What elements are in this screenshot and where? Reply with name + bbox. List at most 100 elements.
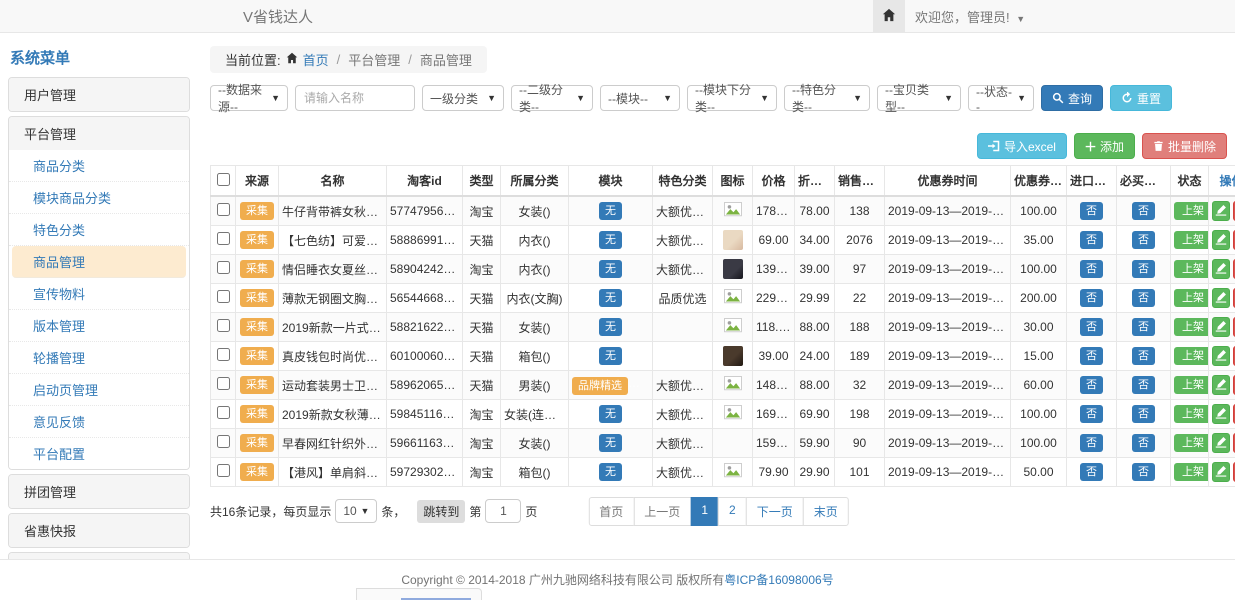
- sidebar-item[interactable]: 商品管理: [12, 246, 186, 278]
- name-search-input[interactable]: [295, 85, 415, 111]
- icon-cell: [713, 284, 753, 313]
- edit-button[interactable]: [1212, 346, 1230, 366]
- sidebar-section-header[interactable]: 用户管理: [9, 78, 189, 111]
- edit-button[interactable]: [1212, 288, 1230, 308]
- chevron-down-icon: ▼: [360, 506, 369, 516]
- add-button[interactable]: 添加: [1074, 133, 1135, 159]
- must-buy-toggle[interactable]: 否: [1132, 347, 1155, 365]
- must-buy-toggle[interactable]: 否: [1132, 463, 1155, 481]
- filter-select-status[interactable]: --状态--▼: [968, 85, 1034, 111]
- import-toggle[interactable]: 否: [1080, 405, 1103, 423]
- must-buy-toggle[interactable]: 否: [1132, 376, 1155, 394]
- import-toggle[interactable]: 否: [1080, 463, 1103, 481]
- edit-button[interactable]: [1212, 433, 1230, 453]
- import-toggle[interactable]: 否: [1080, 260, 1103, 278]
- row-checkbox[interactable]: [217, 290, 230, 303]
- must-buy-toggle[interactable]: 否: [1132, 260, 1155, 278]
- import-excel-button[interactable]: 导入excel: [977, 133, 1067, 159]
- status-toggle[interactable]: 上架: [1174, 318, 1209, 336]
- reset-button[interactable]: 重置: [1110, 85, 1172, 111]
- status-toggle[interactable]: 上架: [1174, 260, 1209, 278]
- must-buy-toggle[interactable]: 否: [1132, 434, 1155, 452]
- page-button[interactable]: 末页: [803, 497, 849, 526]
- sidebar-item[interactable]: 商品分类: [9, 150, 189, 182]
- must-buy-toggle[interactable]: 否: [1132, 289, 1155, 307]
- import-toggle[interactable]: 否: [1080, 289, 1103, 307]
- page-button[interactable]: 2: [718, 497, 747, 526]
- breadcrumb-home-link[interactable]: 首页: [303, 50, 329, 69]
- taoke-id: 588216228899: [387, 313, 463, 342]
- query-button[interactable]: 查询: [1041, 85, 1103, 111]
- sidebar-item[interactable]: 启动页管理: [9, 374, 189, 406]
- edit-button[interactable]: [1212, 462, 1230, 482]
- sidebar-item[interactable]: 轮播管理: [9, 342, 189, 374]
- page-button[interactable]: 上一页: [633, 497, 691, 526]
- source-badge: 采集: [240, 405, 274, 423]
- page-button[interactable]: 首页: [588, 497, 634, 526]
- status-toggle[interactable]: 上架: [1174, 405, 1209, 423]
- row-checkbox[interactable]: [217, 203, 230, 216]
- import-toggle[interactable]: 否: [1080, 347, 1103, 365]
- filter-select-module[interactable]: --模块--▼: [600, 85, 680, 111]
- status-toggle[interactable]: 上架: [1174, 376, 1209, 394]
- import-toggle[interactable]: 否: [1080, 231, 1103, 249]
- page-number-input[interactable]: [485, 499, 521, 523]
- sidebar-item[interactable]: 特色分类: [9, 214, 189, 246]
- filter-select-data-source[interactable]: --数据来源--▼: [210, 85, 288, 111]
- page-button[interactable]: 下一页: [746, 497, 804, 526]
- row-checkbox[interactable]: [217, 464, 230, 477]
- sidebar-item[interactable]: 版本管理: [9, 310, 189, 342]
- status-toggle[interactable]: 上架: [1174, 347, 1209, 365]
- sidebar-item[interactable]: 平台配置: [9, 438, 189, 469]
- must-buy-toggle[interactable]: 否: [1132, 202, 1155, 220]
- edit-button[interactable]: [1212, 317, 1230, 337]
- edit-button[interactable]: [1212, 259, 1230, 279]
- coupon-amount: 100.00: [1011, 400, 1067, 429]
- row-checkbox[interactable]: [217, 377, 230, 390]
- row-checkbox[interactable]: [217, 319, 230, 332]
- must-buy-toggle[interactable]: 否: [1132, 231, 1155, 249]
- edit-button[interactable]: [1212, 230, 1230, 250]
- filter-select-level1-category[interactable]: 一级分类▼: [422, 85, 504, 111]
- must-buy-toggle[interactable]: 否: [1132, 405, 1155, 423]
- feature-category: 大额优惠券: [653, 196, 713, 226]
- sidebar-item[interactable]: 宣传物料: [9, 278, 189, 310]
- sidebar-item[interactable]: 意见反馈: [9, 406, 189, 438]
- status-toggle[interactable]: 上架: [1174, 289, 1209, 307]
- import-toggle[interactable]: 否: [1080, 376, 1103, 394]
- row-checkbox[interactable]: [217, 261, 230, 274]
- filter-select-module-sub-category[interactable]: --模块下分类--▼: [687, 85, 777, 111]
- discount-price: 24.00: [795, 342, 835, 371]
- must-buy-toggle[interactable]: 否: [1132, 318, 1155, 336]
- sidebar-item[interactable]: 模块商品分类: [9, 182, 189, 214]
- row-checkbox[interactable]: [217, 406, 230, 419]
- select-all-checkbox[interactable]: [217, 173, 230, 186]
- row-checkbox[interactable]: [217, 348, 230, 361]
- coupon-amount: 50.00: [1011, 458, 1067, 487]
- row-checkbox[interactable]: [217, 232, 230, 245]
- icp-link[interactable]: 粤ICP备16098006号: [724, 573, 833, 587]
- sidebar-section-header[interactable]: 省惠快报: [9, 514, 189, 547]
- status-toggle[interactable]: 上架: [1174, 463, 1209, 481]
- import-toggle[interactable]: 否: [1080, 318, 1103, 336]
- status-toggle[interactable]: 上架: [1174, 434, 1209, 452]
- edit-button[interactable]: [1212, 201, 1230, 221]
- row-checkbox[interactable]: [217, 435, 230, 448]
- import-toggle[interactable]: 否: [1080, 434, 1103, 452]
- filter-select-feature-category[interactable]: --特色分类--▼: [784, 85, 870, 111]
- filter-select-item-type[interactable]: --宝贝类型--▼: [877, 85, 961, 111]
- edit-button[interactable]: [1212, 375, 1230, 395]
- user-menu[interactable]: 欢迎您，管理员! ▼: [905, 7, 1235, 26]
- per-page-select[interactable]: 10 ▼: [335, 499, 377, 523]
- import-toggle[interactable]: 否: [1080, 202, 1103, 220]
- sidebar-section-header[interactable]: 拼团管理: [9, 475, 189, 508]
- batch-delete-button[interactable]: 批量删除: [1142, 133, 1227, 159]
- edit-button[interactable]: [1212, 404, 1230, 424]
- status-toggle[interactable]: 上架: [1174, 231, 1209, 249]
- page-button[interactable]: 1: [690, 497, 719, 526]
- filter-select-level2-category[interactable]: --二级分类--▼: [511, 85, 593, 111]
- status-toggle[interactable]: 上架: [1174, 202, 1209, 220]
- jump-to-button[interactable]: 跳转到: [417, 500, 465, 523]
- home-button[interactable]: [873, 0, 905, 32]
- sidebar-section-header[interactable]: 平台管理: [9, 117, 189, 150]
